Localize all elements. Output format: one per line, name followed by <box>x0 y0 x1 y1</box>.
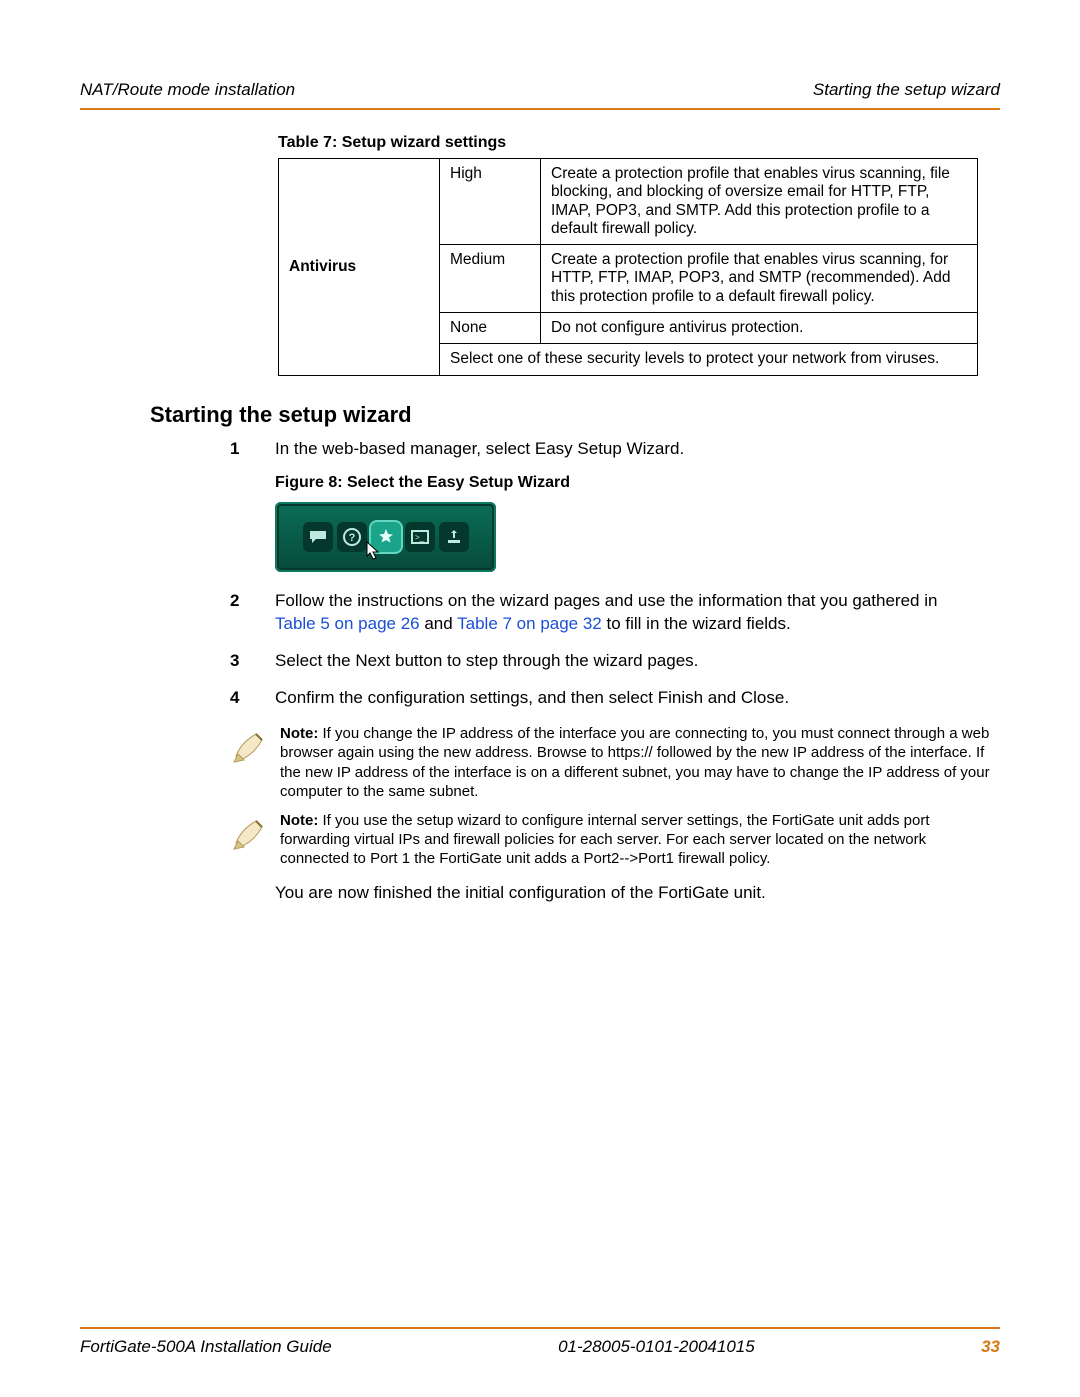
footer-left: FortiGate-500A Installation Guide <box>80 1337 332 1357</box>
step-1: 1 In the web-based manager, select Easy … <box>230 438 980 461</box>
chat-icon[interactable] <box>303 522 333 552</box>
note-label: Note: <box>280 812 318 829</box>
figure-caption: Figure 8: Select the Easy Setup Wizard <box>275 474 1000 492</box>
footer: FortiGate-500A Installation Guide 01-280… <box>80 1327 1000 1357</box>
table-caption: Table 7: Setup wizard settings <box>278 134 1000 152</box>
easy-setup-toolbar: ? >_ <box>275 502 496 572</box>
desc-cell: Create a protection profile that enables… <box>541 245 978 313</box>
update-icon[interactable] <box>439 522 469 552</box>
page-number: 33 <box>981 1337 1000 1357</box>
step-text: Confirm the configuration settings, and … <box>275 687 980 710</box>
footer-rule <box>80 1327 1000 1329</box>
note-2: Note: If you use the setup wizard to con… <box>230 811 990 869</box>
xref-table7[interactable]: Table 7 on page 32 <box>457 614 602 633</box>
section-heading: Starting the setup wizard <box>150 402 1000 428</box>
xref-table5[interactable]: Table 5 on page 26 <box>275 614 420 633</box>
note-text: Note: If you use the setup wizard to con… <box>280 811 990 869</box>
cursor-pointer-icon <box>361 540 383 572</box>
header: NAT/Route mode installation Starting the… <box>80 80 1000 100</box>
text-fragment: to fill in the wizard fields. <box>602 614 791 633</box>
page: NAT/Route mode installation Starting the… <box>0 0 1080 1397</box>
step-number: 2 <box>230 590 275 636</box>
step-text: Follow the instructions on the wizard pa… <box>275 590 980 636</box>
setup-wizard-table: Antivirus High Create a protection profi… <box>278 158 978 376</box>
header-right: Starting the setup wizard <box>813 80 1000 100</box>
level-cell: High <box>440 159 541 245</box>
header-left: NAT/Route mode installation <box>80 80 295 100</box>
steps-list-cont: 2 Follow the instructions on the wizard … <box>230 590 980 710</box>
step-text: Select the Next button to step through t… <box>275 650 980 673</box>
footer-center: 01-28005-0101-20041015 <box>558 1337 755 1357</box>
table-footer-cell: Select one of these security levels to p… <box>440 344 978 375</box>
steps-list: 1 In the web-based manager, select Easy … <box>230 438 980 461</box>
note-text: Note: If you change the IP address of th… <box>280 724 990 801</box>
desc-cell: Create a protection profile that enables… <box>541 159 978 245</box>
step-number: 1 <box>230 438 275 461</box>
svg-text:>_: >_ <box>415 533 425 542</box>
console-icon[interactable]: >_ <box>405 522 435 552</box>
note-body: If you change the IP address of the inte… <box>280 725 990 800</box>
table-row-header: Antivirus <box>279 159 440 376</box>
figure-wrap: ? >_ <box>275 502 1000 572</box>
step-number: 4 <box>230 687 275 710</box>
level-cell: None <box>440 312 541 343</box>
note-icon <box>230 811 280 869</box>
step-3: 3 Select the Next button to step through… <box>230 650 980 673</box>
closing-text: You are now finished the initial configu… <box>275 883 1000 903</box>
step-number: 3 <box>230 650 275 673</box>
svg-text:?: ? <box>348 532 355 544</box>
note-body: If you use the setup wizard to configure… <box>280 812 929 867</box>
note-icon <box>230 724 280 801</box>
step-4: 4 Confirm the configuration settings, an… <box>230 687 980 710</box>
step-text: In the web-based manager, select Easy Se… <box>275 438 980 461</box>
level-cell: Medium <box>440 245 541 313</box>
header-rule <box>80 108 1000 110</box>
table-row: Antivirus High Create a protection profi… <box>279 159 978 245</box>
desc-cell: Do not configure antivirus protection. <box>541 312 978 343</box>
note-1: Note: If you change the IP address of th… <box>230 724 990 801</box>
text-fragment: and <box>420 614 458 633</box>
step-2: 2 Follow the instructions on the wizard … <box>230 590 980 636</box>
text-fragment: Follow the instructions on the wizard pa… <box>275 591 937 610</box>
note-label: Note: <box>280 725 318 742</box>
